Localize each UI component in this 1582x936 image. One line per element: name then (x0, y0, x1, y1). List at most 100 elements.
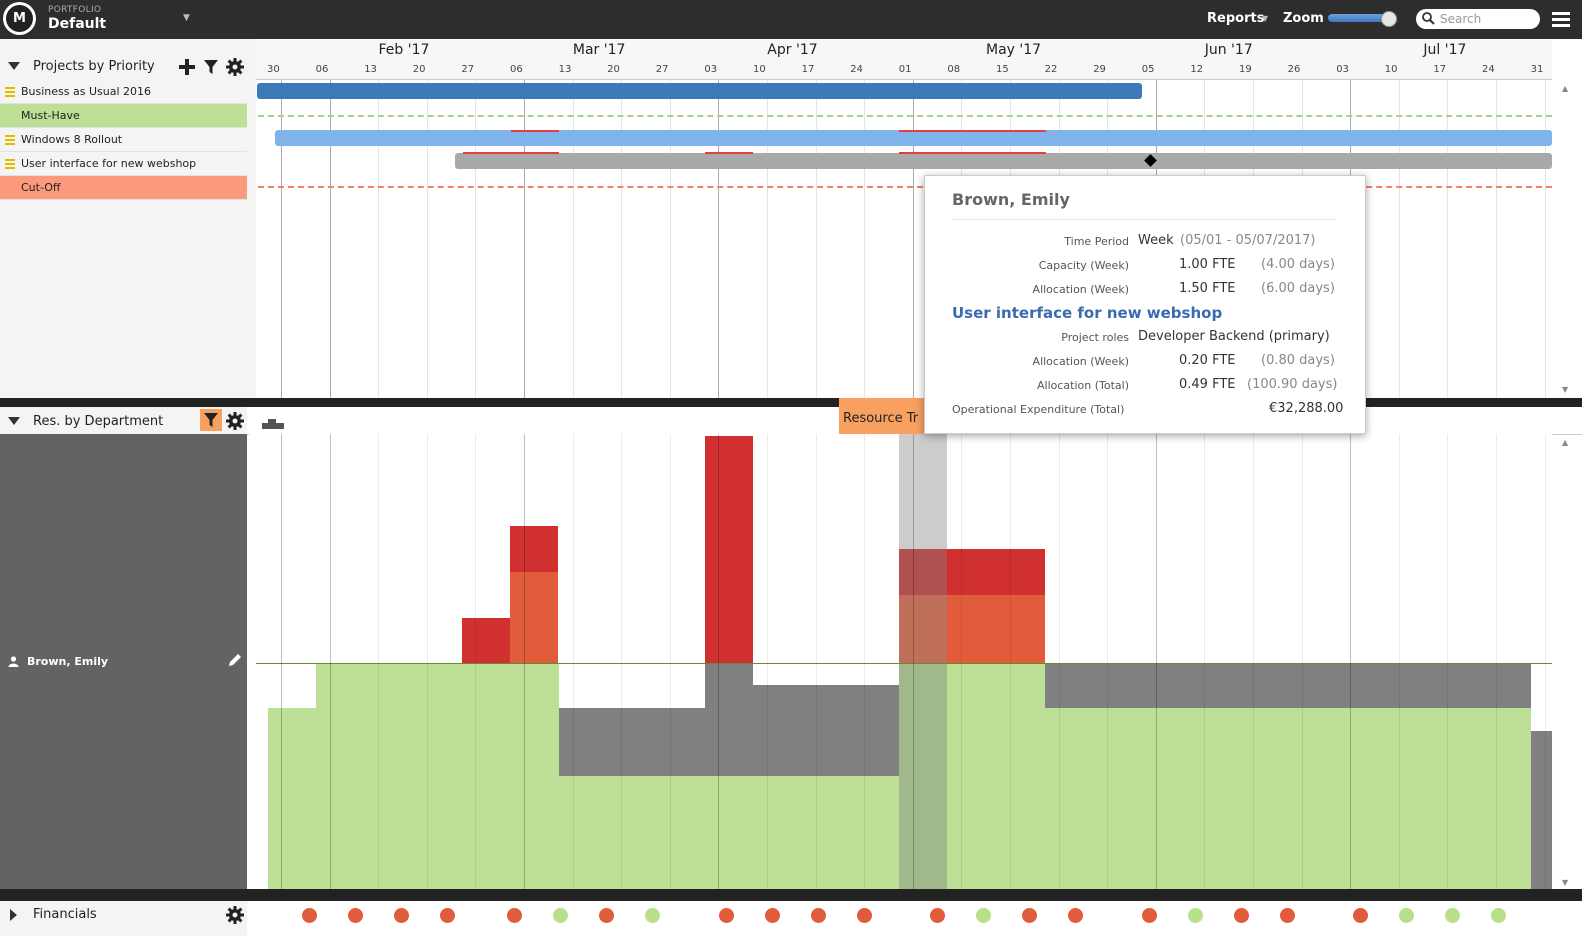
status-dot-green[interactable] (1445, 908, 1460, 923)
overallocation-marker (899, 130, 1046, 132)
status-dot-red[interactable] (1068, 908, 1083, 923)
gear-icon[interactable] (226, 58, 244, 76)
resource-tab[interactable]: Resource Tr (839, 398, 935, 434)
overallocation-bar[interactable] (510, 572, 558, 663)
drag-handle-icon[interactable] (5, 159, 15, 171)
month-gridline (329, 434, 331, 889)
month-gridline (329, 80, 331, 398)
status-dot-red[interactable] (857, 908, 872, 923)
month-label: May '17 (986, 42, 1042, 58)
week-gridline (1301, 434, 1303, 889)
portfolio-selector[interactable]: Default (48, 16, 106, 32)
project-bar-user-interface-webshop[interactable] (455, 153, 1552, 169)
status-dot-red[interactable] (394, 908, 409, 923)
status-dot-green[interactable] (976, 908, 991, 923)
cut-off-separator-row[interactable]: Cut-Off (0, 176, 247, 200)
allocation-bar[interactable] (559, 708, 705, 776)
week-gridline (815, 80, 817, 398)
overallocation-bar[interactable] (462, 618, 510, 663)
tooltip-project-link[interactable]: User interface for new webshop (952, 304, 1222, 322)
must-have-separator-row[interactable]: Must-Have (0, 104, 247, 128)
zoom-slider-handle[interactable] (1381, 11, 1397, 27)
status-dot-green[interactable] (645, 908, 660, 923)
allocation-bar[interactable] (316, 663, 559, 889)
project-name: User interface for new webshop (21, 157, 197, 170)
overallocation-bar[interactable] (705, 436, 753, 663)
status-dot-red[interactable] (811, 908, 826, 923)
edit-pencil-icon[interactable] (227, 653, 242, 668)
reports-caret-icon[interactable]: ▼ (1262, 14, 1268, 23)
overallocation-marker (511, 130, 559, 132)
filter-active-button[interactable] (200, 409, 222, 431)
gear-icon[interactable] (226, 412, 244, 430)
search-input[interactable]: Search (1416, 9, 1540, 29)
project-row[interactable]: Windows 8 Rollout (0, 128, 247, 152)
status-dot-red[interactable] (348, 908, 363, 923)
allocation-bar[interactable] (1531, 731, 1552, 889)
status-dot-red[interactable] (1280, 908, 1295, 923)
status-dot-red[interactable] (1234, 908, 1249, 923)
scroll-up-icon[interactable]: ▲ (1562, 438, 1568, 447)
status-dot-red[interactable] (1353, 908, 1368, 923)
week-gridline (475, 80, 477, 398)
allocation-bar[interactable] (1045, 708, 1531, 889)
resources-panel-header: Res. by Department (0, 407, 247, 434)
selected-week-highlight[interactable] (899, 434, 947, 549)
chart-type-icon[interactable] (262, 417, 284, 429)
allocation-bar-selected[interactable] (899, 663, 947, 889)
status-dot-red[interactable] (1022, 908, 1037, 923)
collapse-triangle-icon[interactable] (8, 417, 20, 425)
status-dot-green[interactable] (1491, 908, 1506, 923)
horizontal-splitter[interactable] (0, 889, 1582, 901)
status-dot-red[interactable] (719, 908, 734, 923)
scroll-down-icon[interactable]: ▼ (1562, 385, 1568, 394)
status-dot-red[interactable] (599, 908, 614, 923)
status-dot-red[interactable] (930, 908, 945, 923)
filter-icon[interactable] (202, 58, 220, 76)
app-logo[interactable]: M (3, 2, 36, 35)
hamburger-menu-icon[interactable] (1552, 12, 1570, 27)
week-tick-label: 05 (1141, 64, 1155, 75)
allocation-bar[interactable] (753, 685, 899, 776)
status-dot-red[interactable] (507, 908, 522, 923)
project-row[interactable]: Business as Usual 2016 (0, 80, 247, 104)
overallocation-bar-selected[interactable] (899, 549, 947, 595)
search-icon (1422, 12, 1435, 25)
overallocation-bar[interactable] (510, 526, 558, 572)
allocation-bar[interactable] (1045, 663, 1531, 708)
scroll-up-icon[interactable]: ▲ (1562, 84, 1568, 93)
status-dot-red[interactable] (765, 908, 780, 923)
tooltip-value: 0.49 FTE (1179, 377, 1236, 392)
reports-menu[interactable]: Reports (1207, 11, 1264, 26)
overallocation-bar-selected[interactable] (899, 595, 947, 663)
expand-triangle-icon[interactable] (10, 909, 17, 921)
drag-handle-icon[interactable] (5, 87, 15, 99)
person-icon (8, 656, 19, 667)
allocation-bar[interactable] (559, 776, 899, 889)
tooltip-divider (952, 219, 1337, 220)
allocation-bar[interactable] (705, 663, 753, 776)
panel-splitter[interactable] (249, 434, 256, 889)
status-dot-green[interactable] (553, 908, 568, 923)
add-icon[interactable] (178, 58, 196, 76)
collapse-triangle-icon[interactable] (8, 62, 20, 70)
must-have-line (258, 115, 1552, 117)
month-label: Feb '17 (378, 42, 430, 58)
gear-icon[interactable] (226, 906, 244, 924)
status-dot-green[interactable] (1399, 908, 1414, 923)
drag-handle-icon[interactable] (5, 135, 15, 147)
scroll-down-icon[interactable]: ▼ (1562, 878, 1568, 887)
project-row[interactable]: User interface for new webshop (0, 152, 247, 176)
allocation-bar[interactable] (268, 708, 316, 889)
status-dot-red[interactable] (1142, 908, 1157, 923)
status-dot-red[interactable] (302, 908, 317, 923)
status-dot-green[interactable] (1188, 908, 1203, 923)
panel-splitter[interactable] (249, 39, 256, 398)
resource-allocation-chart (256, 434, 1552, 889)
project-bar-business-as-usual[interactable] (257, 83, 1142, 99)
status-dot-red[interactable] (440, 908, 455, 923)
resource-tooltip: Brown, Emily Time Period Week (05/01 - 0… (924, 175, 1366, 434)
portfolio-caret-icon[interactable]: ▼ (183, 13, 190, 23)
financials-panel-title: Financials (33, 907, 97, 922)
project-bar-windows-8-rollout[interactable] (275, 130, 1552, 146)
